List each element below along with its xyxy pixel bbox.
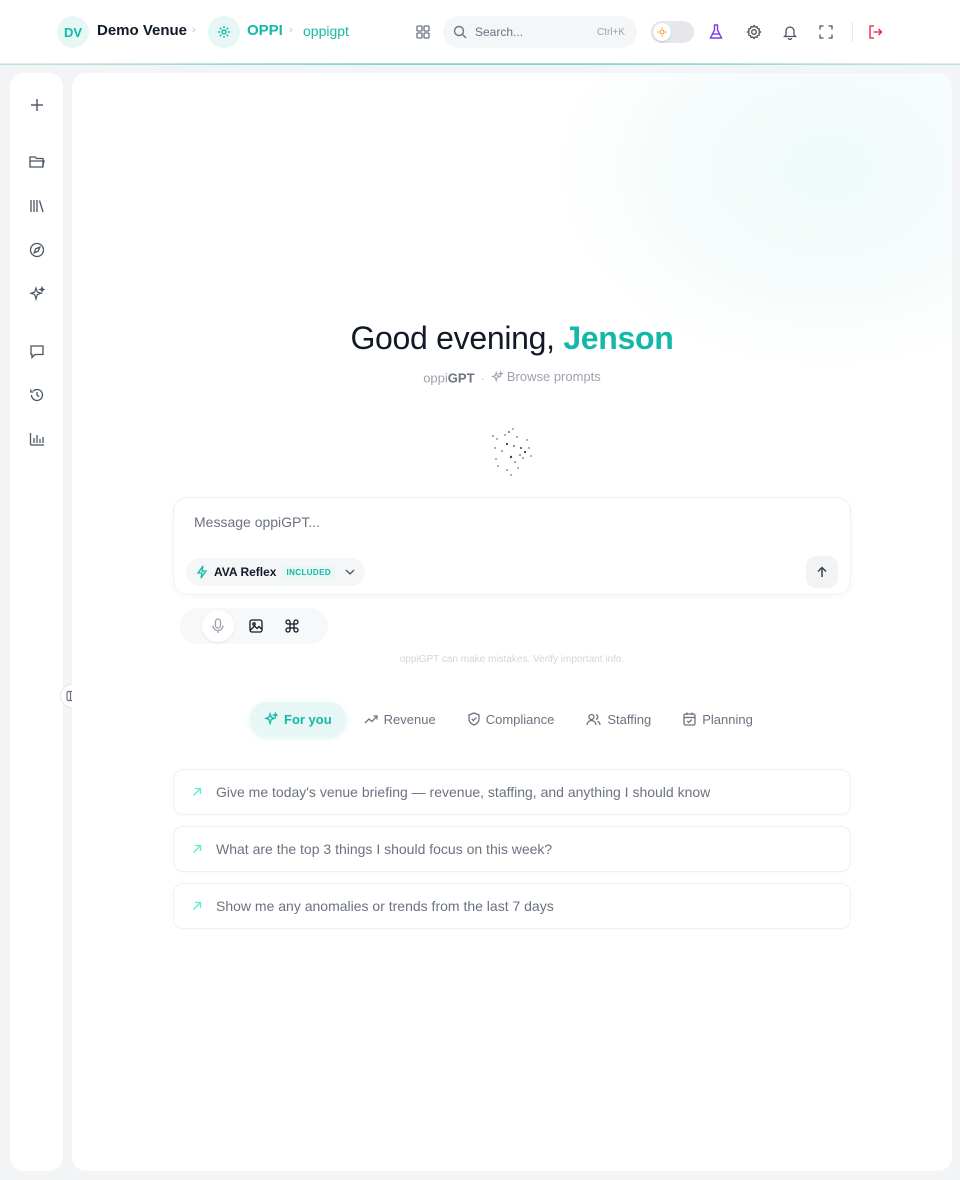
suggestion-item[interactable]: Give me today's venue briefing — revenue… xyxy=(173,769,851,815)
model-selector[interactable]: AVA Reflex INCLUDED xyxy=(186,558,366,586)
history-icon[interactable] xyxy=(26,384,48,406)
search-placeholder: Search... xyxy=(475,25,524,39)
arrow-up-icon xyxy=(816,566,828,578)
model-name: AVA Reflex xyxy=(214,565,277,579)
message-input[interactable] xyxy=(194,514,814,530)
sparkles-icon[interactable] xyxy=(26,283,48,305)
header-divider xyxy=(852,22,853,42)
compass-icon[interactable] xyxy=(26,239,48,261)
venue-avatar[interactable]: DV xyxy=(57,16,89,48)
apps-grid-icon[interactable] xyxy=(411,20,435,44)
search-bar[interactable]: Search... Ctrl+K xyxy=(443,16,637,48)
user-name: Jenson xyxy=(563,320,674,356)
theme-toggle[interactable] xyxy=(651,21,694,43)
bell-icon[interactable] xyxy=(778,20,802,44)
disclaimer-text: oppiGPT can make mistakes. Verify import… xyxy=(399,654,625,665)
logout-icon[interactable] xyxy=(863,20,887,44)
sidebar xyxy=(10,73,84,1171)
image-icon[interactable] xyxy=(240,610,272,642)
tab-label: For you xyxy=(284,711,332,727)
search-shortcut: Ctrl+K xyxy=(596,26,625,38)
plus-icon[interactable] xyxy=(26,94,48,116)
chat-icon[interactable] xyxy=(26,340,48,362)
app-name[interactable]: OPPI xyxy=(247,22,283,39)
sparkles-icon xyxy=(264,712,278,726)
microphone-icon[interactable] xyxy=(202,610,234,642)
greeting-prefix: Good evening, xyxy=(350,320,564,356)
sparkles-icon xyxy=(490,370,503,383)
breadcrumb-current: oppigpt xyxy=(303,23,349,39)
browse-prompts-label: Browse prompts xyxy=(506,369,601,384)
oppi-logo-icon[interactable] xyxy=(208,16,240,48)
arrow-up-right-icon xyxy=(192,787,202,797)
suggestion-text: What are the top 3 things I should focus… xyxy=(216,841,553,857)
suggestion-item[interactable]: What are the top 3 things I should focus… xyxy=(173,826,851,872)
brand-subline: oppiGPT · Browse prompts xyxy=(72,369,952,386)
brand-bold: GPT xyxy=(447,370,475,386)
tab-staffing[interactable]: Staffing xyxy=(572,702,665,736)
brand-light: oppi xyxy=(423,370,448,386)
subline-separator: · xyxy=(480,370,485,386)
chevron-right-icon: › xyxy=(289,24,293,36)
tab-label: Compliance xyxy=(485,711,555,727)
send-button[interactable] xyxy=(806,556,838,588)
main-panel: Good evening, Jenson oppiGPT · Browse prom… xyxy=(72,73,952,1171)
included-badge: INCLUDED xyxy=(282,565,336,579)
users-icon xyxy=(586,713,602,726)
flask-icon[interactable] xyxy=(704,20,728,44)
calendar-icon xyxy=(683,712,696,726)
shield-check-icon xyxy=(468,712,480,726)
bar-chart-icon[interactable] xyxy=(26,428,48,450)
venue-name[interactable]: Demo Venue xyxy=(97,22,187,39)
suggestion-item[interactable]: Show me any anomalies or trends from the… xyxy=(173,883,851,929)
chevron-down-icon xyxy=(345,569,355,575)
message-composer: AVA Reflex INCLUDED xyxy=(173,497,851,595)
tab-planning[interactable]: Planning xyxy=(669,702,767,736)
library-icon[interactable] xyxy=(26,195,48,217)
folder-icon[interactable] xyxy=(26,151,48,173)
tab-label: Planning xyxy=(702,711,753,727)
arrow-up-right-icon xyxy=(192,844,202,854)
greeting-heading: Good evening, Jenson xyxy=(72,320,952,357)
top-bar: DV Demo Venue › OPPI › oppigpt Search...… xyxy=(0,0,960,65)
tab-for-you[interactable]: For you xyxy=(250,702,346,736)
sun-icon xyxy=(653,23,671,41)
suggestion-text: Show me any anomalies or trends from the… xyxy=(216,898,554,914)
lightning-icon xyxy=(196,565,208,579)
loading-sparkle-icon xyxy=(487,426,537,478)
tab-label: Revenue xyxy=(383,711,436,727)
tab-compliance[interactable]: Compliance xyxy=(454,702,569,736)
search-icon xyxy=(453,25,467,39)
fullscreen-icon[interactable] xyxy=(814,20,838,44)
top-bar-accent-line xyxy=(0,63,960,65)
prompt-tabs: For you Revenue Compliance Staffing Plan… xyxy=(250,701,767,737)
arrow-up-right-icon xyxy=(192,901,202,911)
tab-revenue[interactable]: Revenue xyxy=(350,702,450,736)
composer-tools xyxy=(180,608,328,644)
tab-label: Staffing xyxy=(607,711,652,727)
browse-prompts-link[interactable]: Browse prompts xyxy=(490,369,601,384)
trending-up-icon xyxy=(364,714,378,724)
settings-icon[interactable] xyxy=(742,20,766,44)
command-icon[interactable] xyxy=(276,610,308,642)
chevron-right-icon: › xyxy=(192,24,196,36)
suggestion-text: Give me today's venue briefing — revenue… xyxy=(216,784,711,800)
